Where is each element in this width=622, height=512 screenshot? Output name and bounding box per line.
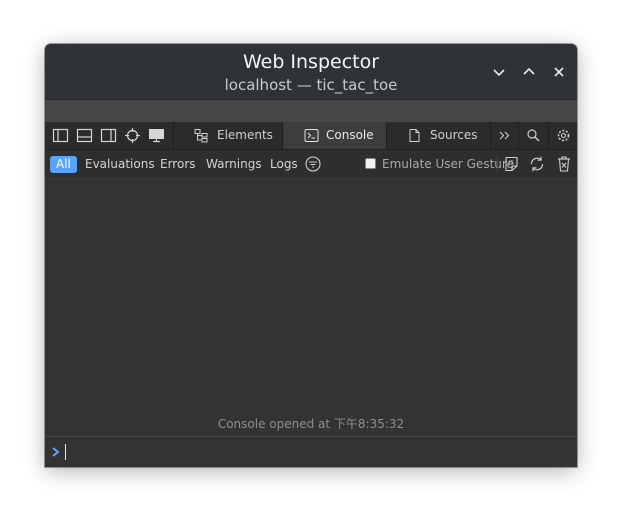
dock-left-button[interactable]: [52, 127, 69, 144]
device-settings-button[interactable]: [148, 127, 165, 144]
maximize-button[interactable]: [519, 62, 539, 82]
console-opened-message: Console opened at 下午8:35:32: [217, 417, 405, 431]
dock-right-icon: [100, 128, 117, 143]
elements-icon: [194, 128, 209, 143]
close-icon: [554, 67, 564, 77]
clear-log-icon: [558, 156, 570, 172]
title-bar[interactable]: Web Inspector localhost — tic_tac_toe: [45, 44, 577, 98]
prompt-chevron-icon: [51, 446, 61, 458]
close-button[interactable]: [549, 62, 569, 82]
svg-text:JS: JS: [508, 160, 514, 166]
console-filter-bar: All Evaluations Errors Warnings Logs Emu…: [45, 150, 577, 179]
dock-bottom-icon: [76, 128, 93, 143]
filter-evaluations[interactable]: Evaluations: [85, 156, 155, 173]
tab-elements[interactable]: Elements: [173, 122, 282, 149]
more-tabs-button[interactable]: [490, 122, 518, 149]
sources-icon: [407, 128, 422, 143]
filter-warnings[interactable]: Warnings: [206, 156, 262, 173]
settings-icon: [556, 128, 571, 143]
tab-sources[interactable]: Sources: [386, 122, 490, 149]
emulate-user-gesture-label: Emulate User Gesture: [382, 157, 514, 171]
inspector-tab-bar: Elements Console Sources: [45, 122, 577, 150]
toolbar-strip: [45, 99, 577, 123]
web-inspector-window: Web Inspector localhost — tic_tac_toe El…: [45, 44, 577, 467]
inspect-element-button[interactable]: [124, 127, 141, 144]
clear-log-button[interactable]: [555, 155, 573, 173]
more-tabs-icon: [497, 128, 512, 143]
settings-button[interactable]: [548, 122, 577, 149]
console-prompt[interactable]: [45, 436, 577, 467]
emulate-user-gesture-checkbox[interactable]: [365, 158, 376, 169]
dock-bottom-button[interactable]: [76, 127, 93, 144]
tab-elements-label: Elements: [217, 128, 273, 142]
filter-icon: [305, 156, 321, 172]
evaluate-js-icon: JS: [505, 156, 518, 172]
clear-reload-button[interactable]: [528, 155, 546, 173]
tab-sources-label: Sources: [430, 128, 478, 142]
search-icon: [526, 128, 541, 143]
maximize-icon: [523, 67, 535, 75]
filter-logs[interactable]: Logs: [270, 156, 298, 173]
minimize-button[interactable]: [489, 62, 509, 82]
divider: [497, 156, 498, 172]
tab-console-label: Console: [326, 128, 374, 142]
device-settings-icon: [149, 129, 164, 143]
clear-reload-icon: [530, 156, 544, 172]
text-caret: [65, 444, 66, 460]
filter-all[interactable]: All: [50, 156, 77, 173]
minimize-icon: [493, 69, 505, 77]
console-icon: [304, 128, 319, 143]
search-button[interactable]: [518, 122, 548, 149]
evaluate-js-button[interactable]: JS: [503, 155, 521, 173]
filter-button[interactable]: [304, 155, 322, 173]
console-output[interactable]: Console opened at 下午8:35:32: [45, 179, 577, 435]
inspect-element-icon: [125, 128, 140, 143]
tab-console[interactable]: Console: [282, 122, 386, 149]
filter-errors[interactable]: Errors: [160, 156, 196, 173]
dock-right-button[interactable]: [100, 127, 117, 144]
dock-left-icon: [52, 128, 69, 143]
